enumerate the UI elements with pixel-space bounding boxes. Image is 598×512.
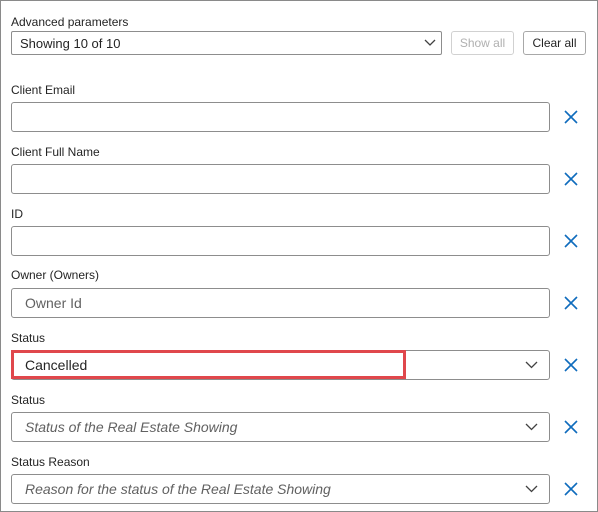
status-label: Status	[11, 331, 46, 345]
client-email-input[interactable]	[11, 102, 550, 132]
close-icon	[564, 482, 578, 496]
close-icon	[564, 234, 578, 248]
chevron-down-icon	[517, 351, 545, 379]
status-select[interactable]: Cancelled	[11, 350, 550, 380]
owner-input[interactable]: Owner Id	[11, 288, 550, 318]
status-showing-label: Status	[11, 393, 46, 407]
close-icon	[564, 110, 578, 124]
remove-status-reason-button[interactable]	[560, 478, 582, 500]
id-input[interactable]	[11, 226, 550, 256]
client-full-name-label: Client Full Name	[11, 145, 100, 159]
clear-all-button[interactable]: Clear all	[523, 31, 586, 55]
status-reason-placeholder: Reason for the status of the Real Estate…	[25, 481, 331, 497]
status-showing-placeholder: Status of the Real Estate Showing	[25, 419, 238, 435]
client-full-name-input[interactable]	[11, 164, 550, 194]
remove-status-button[interactable]	[560, 354, 582, 376]
close-icon	[564, 172, 578, 186]
id-label: ID	[11, 207, 23, 221]
status-reason-label: Status Reason	[11, 455, 90, 469]
parameters-visibility-select[interactable]: Showing 10 of 10	[11, 31, 442, 55]
owner-placeholder: Owner Id	[25, 295, 82, 311]
chevron-down-icon	[419, 29, 441, 57]
client-email-label: Client Email	[11, 83, 76, 97]
panel-title: Advanced parameters	[11, 15, 129, 29]
remove-client-full-name-button[interactable]	[560, 168, 582, 190]
remove-status-showing-button[interactable]	[560, 416, 582, 438]
owner-label: Owner (Owners)	[11, 268, 100, 282]
close-icon	[564, 358, 578, 372]
show-all-button[interactable]: Show all	[451, 31, 514, 55]
close-icon	[564, 296, 578, 310]
status-showing-select[interactable]: Status of the Real Estate Showing	[11, 412, 550, 442]
chevron-down-icon	[517, 475, 545, 503]
chevron-down-icon	[517, 413, 545, 441]
remove-id-button[interactable]	[560, 230, 582, 252]
close-icon	[564, 420, 578, 434]
remove-owner-button[interactable]	[560, 292, 582, 314]
status-selected-value: Cancelled	[25, 357, 88, 373]
status-reason-select[interactable]: Reason for the status of the Real Estate…	[11, 474, 550, 504]
parameters-visibility-value: Showing 10 of 10	[20, 35, 121, 51]
remove-client-email-button[interactable]	[560, 106, 582, 128]
